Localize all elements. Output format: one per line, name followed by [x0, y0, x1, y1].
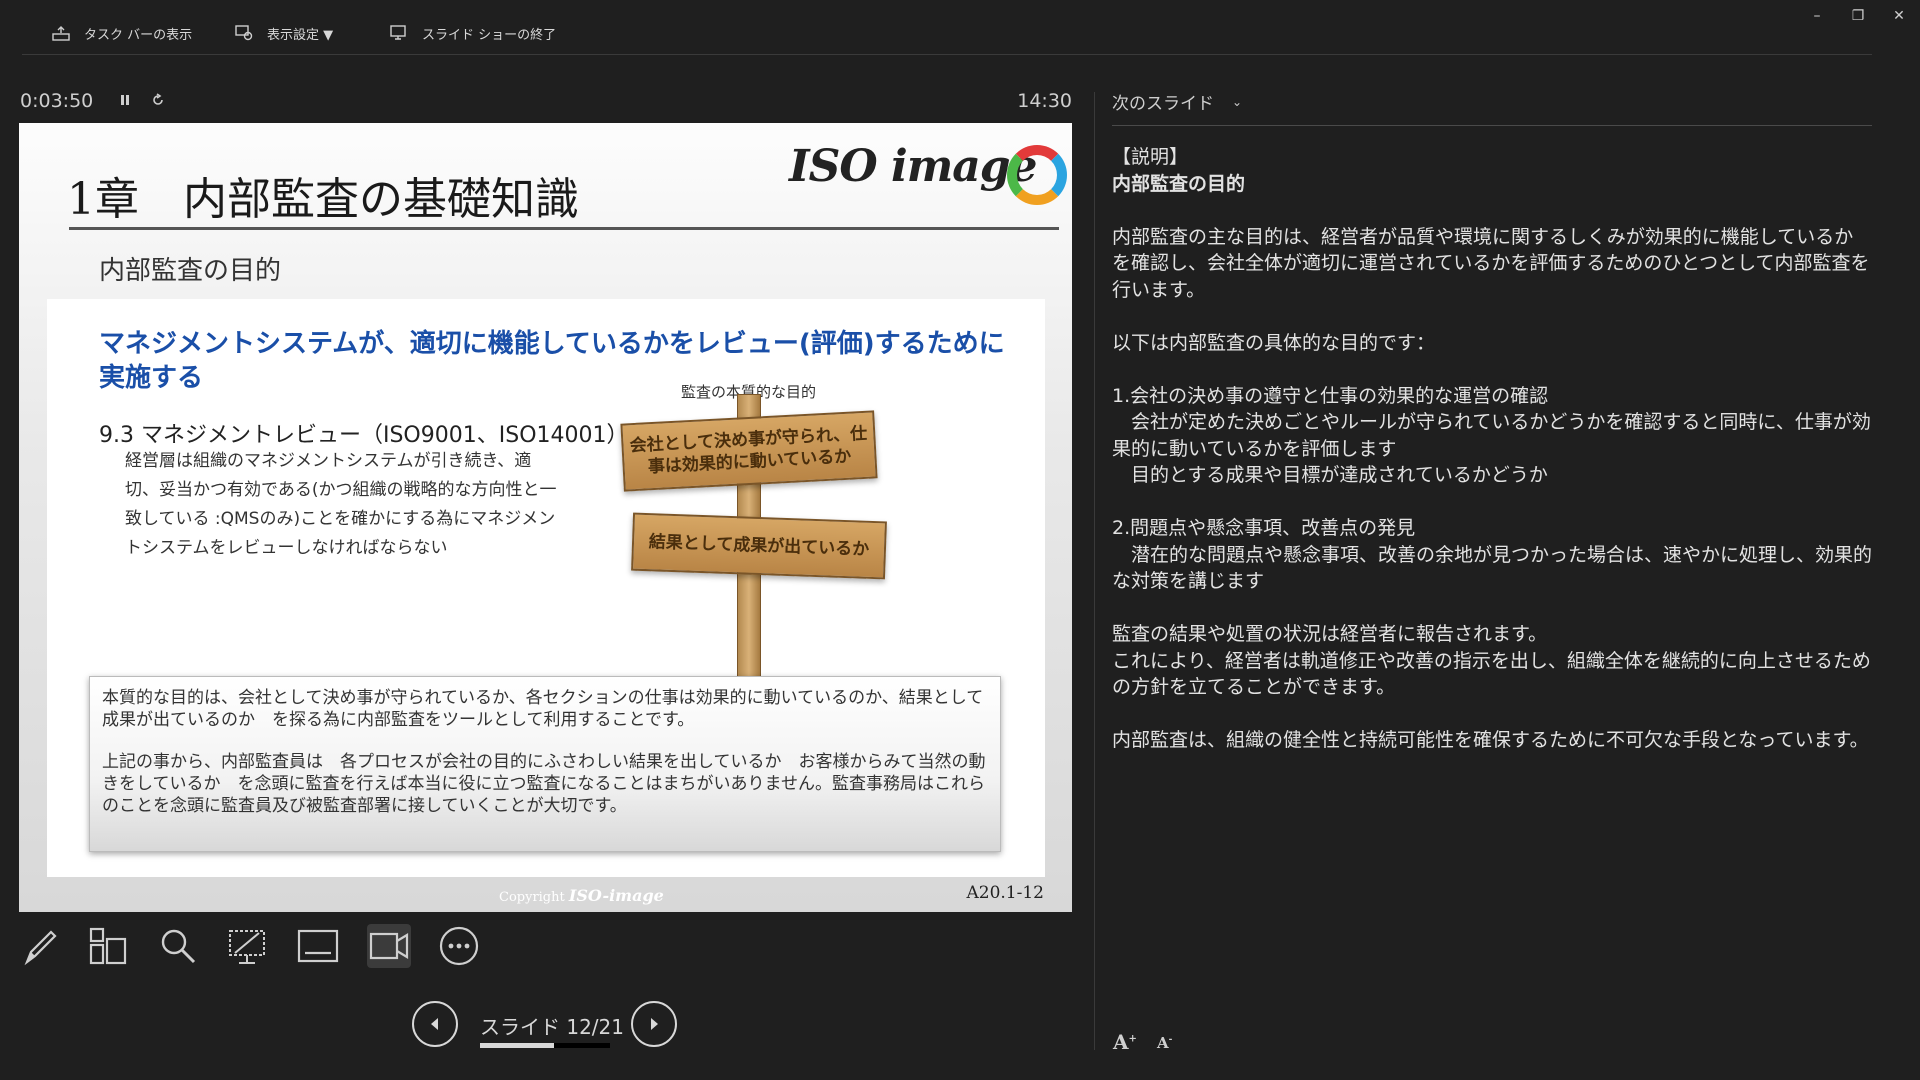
elapsed-time: 0:03:50 [20, 90, 94, 112]
minimize-icon: – [1813, 8, 1821, 24]
notes-line: 2.問題点や懸念事項、改善点の発見 [1112, 517, 1416, 539]
notes-blank-line [1112, 356, 1872, 383]
end-slideshow-button[interactable]: スライド ショーの終了 [390, 22, 556, 44]
minimize-button[interactable]: – [1805, 6, 1829, 26]
notes-blank-line [1112, 197, 1872, 224]
notes-blank-line [1112, 303, 1872, 330]
speaker-notes[interactable]: 【説明】内部監査の目的内部監査の主な目的は、経営者が品質や環境に関するしくみが効… [1112, 144, 1872, 754]
pause-timer-button[interactable] [119, 90, 137, 112]
black-screen-button[interactable] [226, 924, 270, 968]
next-slide-button[interactable] [631, 1001, 677, 1047]
end-slideshow-label: スライド ショーの終了 [422, 27, 557, 43]
summary-paragraph-2: 上記の事から、内部監査員は 各プロセスが会社の目的にふさわしい結果を出しているか… [102, 752, 986, 816]
notes-line: 1.会社の決め事の遵守と仕事の効果的な運営の確認 [1112, 384, 1549, 407]
pen-tool-button[interactable] [19, 924, 63, 968]
display-settings-button[interactable]: 表示設定 ▼ [235, 22, 333, 44]
restart-icon [153, 93, 164, 105]
notes-divider [1112, 125, 1872, 126]
notes-line: 監査の結果や処置の状況は経営者に報告されます。 [1112, 623, 1548, 645]
logo-ring-icon [1007, 145, 1067, 205]
section-body: 経営層は組織のマネジメントシステムが引き続き、適切、妥当かつ有効である(かつ組織… [125, 451, 557, 558]
notes-blank-line [1112, 489, 1872, 516]
summary-box: 本質的な目的は、会社として決め事が守られているか、各セクションの仕事は効果的に動… [89, 676, 1001, 852]
timer-group: 0:03:50 [20, 90, 165, 112]
pane-divider[interactable] [1094, 92, 1095, 1050]
slide-title: 1章 内部監査の基礎知識 [67, 174, 579, 225]
decrease-font-button[interactable]: A- [1157, 1034, 1172, 1052]
decrease-font-icon: A [1157, 1034, 1169, 1052]
iso-image-logo: ISO image [789, 133, 1069, 213]
logo-text: ISO image [789, 141, 1038, 192]
copyright-logo: ISO-image [568, 886, 664, 905]
next-slide-dropdown[interactable]: 次のスライド ⌄ [1112, 89, 1242, 114]
zoom-icon [161, 929, 196, 964]
chevron-down-icon: ⌄ [1232, 94, 1243, 109]
camera-icon [369, 932, 409, 960]
blue-heading: マネジメントシステムが、適切に機能しているかをレビュー(評価)するために実施する [99, 329, 1005, 393]
notes-line: 内部監査の目的 [1112, 172, 1246, 195]
current-time: 14:30 [1017, 90, 1072, 112]
subtitles-button[interactable] [296, 924, 340, 968]
slide-progress-bar [480, 1043, 610, 1048]
close-button[interactable]: ✕ [1887, 6, 1911, 26]
pointer-icon [229, 930, 265, 964]
copyright-label: Copyright [499, 890, 565, 905]
see-all-slides-button[interactable] [86, 924, 130, 968]
pause-icon [121, 95, 130, 105]
notes-blank-line [1112, 701, 1872, 728]
close-icon: ✕ [1893, 8, 1905, 24]
notes-line: 内部監査の主な目的は、経営者が品質や環境に関するしくみが効果的に機能しているかを… [1112, 225, 1870, 301]
previous-slide-button[interactable] [412, 1001, 458, 1047]
summary-paragraph-1: 本質的な目的は、会社として決め事が守られているか、各セクションの仕事は効果的に動… [102, 688, 984, 730]
slide-counter[interactable]: スライド 12/21 [480, 1011, 624, 1040]
section-heading: 9.3 マネジメントレビュー（ISO9001、ISO14001） [99, 423, 629, 448]
notes-line: 目的とする成果や目標が達成されているかどうか [1112, 464, 1548, 486]
restore-icon: ❐ [1851, 8, 1865, 24]
show-taskbar-button[interactable]: タスク バーの表示 [52, 22, 192, 44]
display-settings-label: 表示設定 ▼ [267, 27, 334, 43]
notes-line: 【説明】 [1112, 146, 1189, 168]
zoom-button[interactable] [156, 924, 200, 968]
title-underline [69, 227, 1059, 230]
more-options-button[interactable] [437, 924, 481, 968]
content-panel: マネジメントシステムが、適切に機能しているかをレビュー(評価)するために実施する… [47, 299, 1045, 877]
pen-icon [24, 930, 57, 966]
slide-subtitle: 内部監査の目的 [99, 256, 282, 286]
notes-line: 以下は内部監査の具体的な目的です： [1112, 331, 1436, 354]
current-slide[interactable]: 1章 内部監査の基礎知識 ISO image 内部監査の目的 マネジメントシステ… [19, 123, 1072, 912]
slide-progress-fill [480, 1043, 555, 1048]
notes-line: 会社が定めた決めごとやルールが守られているかどうかを確認すると同時に、仕事が効果… [1112, 411, 1871, 460]
notes-blank-line [1112, 595, 1872, 622]
slide-code: A20.1-12 [966, 883, 1044, 903]
all-slides-icon [89, 927, 127, 965]
restart-timer-button[interactable] [151, 90, 165, 112]
end-slideshow-icon [390, 25, 406, 40]
camera-toggle-button[interactable] [367, 924, 411, 968]
previous-icon [431, 1018, 438, 1030]
sign-board-bottom-text: 結果として成果が出ているか [648, 532, 870, 560]
sign-board-bottom: 結果として成果が出ているか [631, 512, 887, 580]
taskbar-icon [52, 26, 70, 41]
notes-line: 潜在的な問題点や懸念事項、改善の余地が見つかった場合は、速やかに処理し、効果的な… [1112, 543, 1873, 593]
sign-board-top-text: 会社として決め事が守られ、仕事は効果的に動いているか [629, 423, 868, 478]
display-settings-icon [235, 25, 253, 41]
subtitles-icon [297, 929, 339, 963]
copyright: Copyright ISO-image [499, 886, 664, 905]
increase-font-button[interactable]: A+ [1113, 1030, 1137, 1054]
sign-board-top: 会社として決め事が守られ、仕事は効果的に動いているか [620, 410, 878, 492]
show-taskbar-label: タスク バーの表示 [84, 27, 193, 43]
increase-font-icon: A [1113, 1030, 1129, 1054]
next-slide-label: 次のスライド [1112, 94, 1214, 114]
next-icon [651, 1018, 658, 1030]
notes-line: 内部監査は、組織の健全性と持続可能性を確保するために不可欠な手段となっています。 [1112, 729, 1869, 751]
restore-button[interactable]: ❐ [1846, 6, 1870, 26]
top-divider [22, 54, 1872, 55]
notes-line: これにより、経営者は軌道修正や改善の指示を出し、組織全体を継続的に向上させるため… [1112, 649, 1871, 699]
more-options-icon [439, 926, 479, 966]
